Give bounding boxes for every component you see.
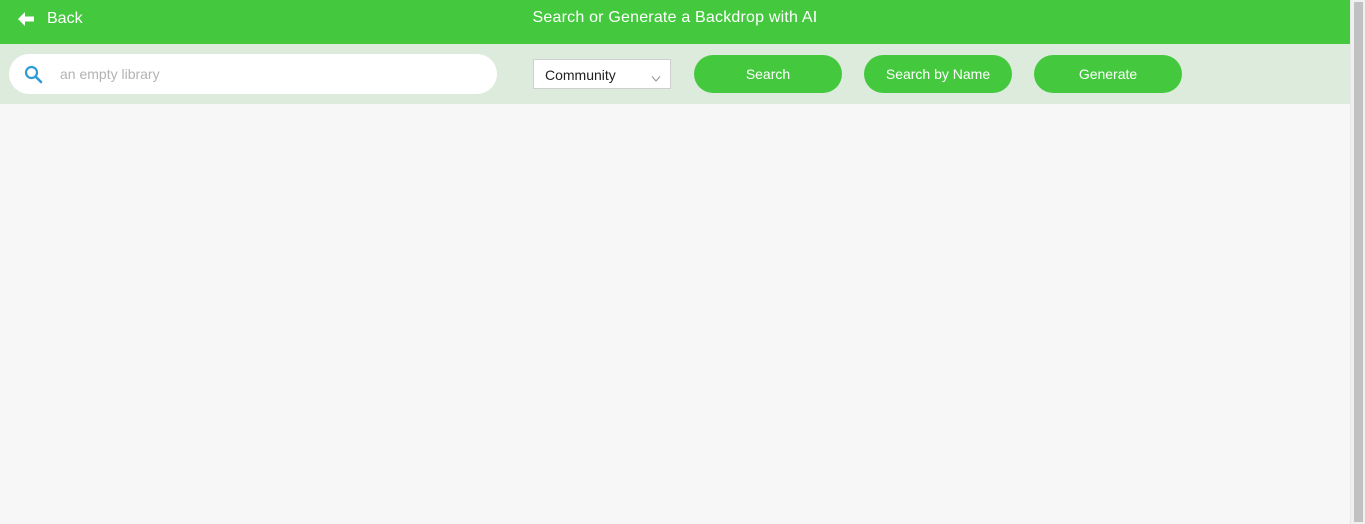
top-bar: Back Search or Generate a Backdrop with …	[0, 0, 1350, 44]
results-area	[0, 104, 1350, 524]
generate-button[interactable]: Generate	[1034, 55, 1182, 93]
library-filter-value: Community	[545, 67, 616, 83]
search-by-name-button[interactable]: Search by Name	[864, 55, 1012, 93]
search-button[interactable]: Search	[694, 55, 842, 93]
backdrop-library-page: Back Search or Generate a Backdrop with …	[0, 0, 1365, 524]
search-input[interactable]	[60, 62, 480, 86]
search-toolbar: Community Search Search by Name Generate	[0, 44, 1350, 104]
library-filter-select[interactable]: Community	[533, 59, 671, 89]
scrollbar-thumb[interactable]	[1354, 2, 1363, 522]
chevron-down-icon	[651, 70, 661, 82]
vertical-scrollbar[interactable]	[1350, 0, 1365, 524]
page-title: Search or Generate a Backdrop with AI	[532, 9, 818, 26]
search-box	[9, 54, 497, 94]
search-icon	[24, 65, 43, 84]
